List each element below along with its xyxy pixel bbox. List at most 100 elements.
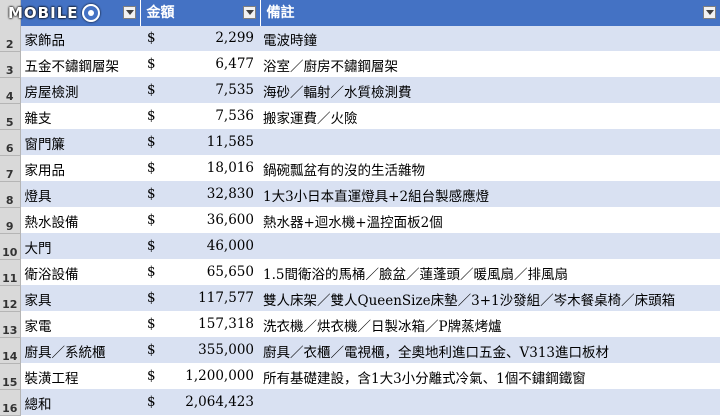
row-number[interactable]: 14 [0, 337, 21, 364]
currency-symbol: $ [147, 290, 156, 306]
row-number[interactable]: 16 [0, 389, 21, 416]
amount-value: 1,200,000 [185, 368, 254, 384]
column-header-note-label: 備註 [266, 5, 295, 21]
amount-value: 6,477 [215, 56, 254, 72]
row-number[interactable]: 6 [0, 129, 21, 156]
currency-symbol: $ [147, 160, 156, 176]
column-header-item[interactable] [20, 0, 141, 26]
note-text: 所有基礎建設，含1大3小分離式冷氣、1個不鏽鋼鐵窗 [263, 370, 586, 387]
amount-value: 157,318 [198, 316, 254, 332]
item-text: 家電 [24, 318, 52, 335]
item-cell[interactable]: 雜支 [20, 103, 140, 130]
row-header-corner[interactable] [0, 0, 21, 26]
amount-value: 46,000 [206, 238, 254, 254]
amount-cell[interactable]: $32,830 [140, 181, 260, 208]
item-cell[interactable]: 燈具 [20, 181, 140, 208]
note-cell[interactable]: 搬家運費／火險 [260, 103, 720, 130]
row-number[interactable]: 2 [0, 26, 21, 52]
item-cell[interactable]: 家飾品 [20, 26, 140, 52]
note-cell[interactable] [260, 129, 720, 156]
amount-cell[interactable]: $7,536 [140, 103, 260, 130]
table-row: 12 家具 $117,577 雙人床架／雙人QueenSize床墊／3+1沙發組／岑木… [0, 285, 720, 312]
note-cell[interactable] [260, 389, 720, 416]
note-cell[interactable]: 洗衣機／烘衣機／日製冰箱／P牌蒸烤爐 [260, 311, 720, 338]
currency-symbol: $ [147, 56, 156, 72]
currency-symbol: $ [147, 394, 156, 410]
item-cell[interactable]: 家具 [20, 285, 140, 312]
amount-cell[interactable]: $65,650 [140, 259, 260, 286]
note-cell[interactable] [260, 233, 720, 260]
item-cell[interactable]: 窗門簾 [20, 129, 140, 156]
note-cell[interactable]: 廚具／衣櫃／電視櫃，全奧地利進口五金、V313進口板材 [260, 337, 720, 364]
note-text: 1.5間衛浴的馬桶／臉盆／蓮蓬頭／暖風扇／排風扇 [263, 266, 568, 283]
filter-dropdown-icon[interactable] [242, 6, 256, 19]
amount-cell[interactable]: $6,477 [140, 51, 260, 78]
note-cell[interactable]: 鍋碗瓢盆有的沒的生活雜物 [260, 155, 720, 182]
note-cell[interactable]: 浴室／廚房不鏽鋼層架 [260, 51, 720, 78]
item-cell[interactable]: 家用品 [20, 155, 140, 182]
note-cell[interactable]: 熱水器+迴水機+溫控面板2個 [260, 207, 720, 234]
table-row: 4 房屋檢測 $7,535 海砂／輻射／水質檢測費 [0, 77, 720, 104]
row-number[interactable]: 5 [0, 103, 21, 130]
filter-dropdown-icon[interactable] [122, 6, 136, 19]
item-text: 房屋檢測 [24, 84, 79, 101]
amount-cell[interactable]: $11,585 [140, 129, 260, 156]
item-cell[interactable]: 熱水設備 [20, 207, 140, 234]
amount-cell[interactable]: $1,200,000 [140, 363, 260, 390]
row-number[interactable]: 3 [0, 51, 21, 78]
item-cell[interactable]: 總和 [20, 389, 140, 416]
amount-cell[interactable]: $18,016 [140, 155, 260, 182]
amount-value: 65,650 [206, 264, 254, 280]
item-cell[interactable]: 衛浴設備 [20, 259, 140, 286]
item-text: 裝潢工程 [24, 370, 79, 387]
spreadsheet: MOBILE 金額 備註 2 家飾品 $ 2,299 電波時鐘 3 五金不鏽鋼層… [0, 0, 720, 416]
currency-symbol: $ [147, 264, 156, 280]
row-number[interactable]: 13 [0, 311, 21, 338]
note-cell[interactable]: 所有基礎建設，含1大3小分離式冷氣、1個不鏽鋼鐵窗 [260, 363, 720, 390]
amount-cell[interactable]: $2,064,423 [140, 389, 260, 416]
note-text: 海砂／輻射／水質檢測費 [263, 84, 412, 101]
item-text: 總和 [24, 396, 52, 413]
column-header-amount[interactable]: 金額 [140, 0, 261, 26]
item-text: 大門 [24, 240, 52, 257]
filter-dropdown-icon[interactable] [702, 6, 716, 19]
row-number[interactable]: 9 [0, 207, 21, 234]
amount-cell[interactable]: $2,299 [140, 26, 260, 52]
note-text: 雙人床架／雙人QueenSize床墊／3+1沙發組／岑木餐桌椅／床頭箱 [263, 292, 676, 309]
note-cell[interactable]: 雙人床架／雙人QueenSize床墊／3+1沙發組／岑木餐桌椅／床頭箱 [260, 285, 720, 312]
table-row: 7 家用品 $18,016 鍋碗瓢盆有的沒的生活雜物 [0, 155, 720, 182]
item-text: 家具 [24, 292, 52, 309]
item-cell[interactable]: 家電 [20, 311, 140, 338]
amount-cell[interactable]: $36,600 [140, 207, 260, 234]
row-number[interactable]: 10 [0, 233, 21, 260]
note-cell[interactable]: 1.5間衛浴的馬桶／臉盆／蓮蓬頭／暖風扇／排風扇 [260, 259, 720, 286]
note-text: 1大3小日本直運燈具+2組台製感應燈 [263, 188, 490, 205]
item-cell[interactable]: 廚具／系統櫃 [20, 337, 140, 364]
note-text: 廚具／衣櫃／電視櫃，全奧地利進口五金、V313進口板材 [263, 344, 610, 361]
row-number[interactable]: 15 [0, 363, 21, 390]
item-text: 家飾品 [24, 32, 66, 49]
currency-symbol: $ [147, 108, 156, 124]
note-cell[interactable]: 1大3小日本直運燈具+2組台製感應燈 [260, 181, 720, 208]
amount-cell[interactable]: $157,318 [140, 311, 260, 338]
item-cell[interactable]: 五金不鏽鋼層架 [20, 51, 140, 78]
column-header-note[interactable]: 備註 [260, 0, 720, 26]
row-number[interactable]: 11 [0, 259, 21, 286]
item-cell[interactable]: 大門 [20, 233, 140, 260]
row-number[interactable]: 7 [0, 155, 21, 182]
amount-cell[interactable]: $7,535 [140, 77, 260, 104]
column-header-amount-label: 金額 [146, 5, 175, 21]
row-number[interactable]: 12 [0, 285, 21, 312]
item-cell[interactable]: 裝潢工程 [20, 363, 140, 390]
amount-cell[interactable]: $355,000 [140, 337, 260, 364]
item-cell[interactable]: 房屋檢測 [20, 77, 140, 104]
table-row: 9 熱水設備 $36,600 熱水器+迴水機+溫控面板2個 [0, 207, 720, 234]
item-text: 衛浴設備 [24, 266, 79, 283]
note-cell[interactable]: 電波時鐘 [260, 26, 720, 52]
amount-cell[interactable]: $46,000 [140, 233, 260, 260]
table-row: 3 五金不鏽鋼層架 $6,477 浴室／廚房不鏽鋼層架 [0, 51, 720, 78]
amount-cell[interactable]: $117,577 [140, 285, 260, 312]
note-cell[interactable]: 海砂／輻射／水質檢測費 [260, 77, 720, 104]
row-number[interactable]: 8 [0, 181, 21, 208]
row-number[interactable]: 4 [0, 77, 21, 104]
